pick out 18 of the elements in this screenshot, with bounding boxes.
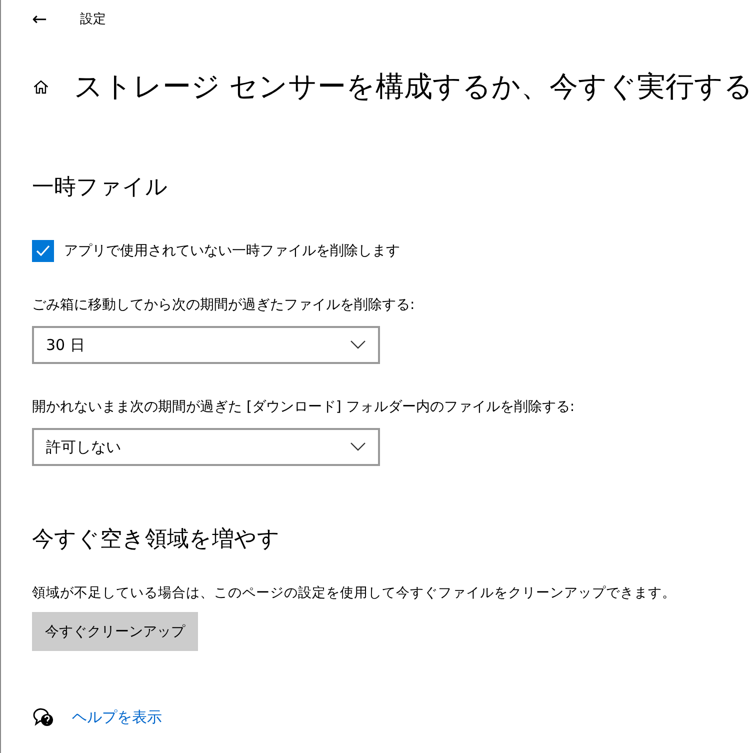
cleanup-button[interactable]: 今すぐクリーンアップ <box>32 612 198 651</box>
checkbox[interactable] <box>32 240 54 262</box>
dropdown-label: 開かれないまま次の期間が過ぎた [ダウンロード] フォルダー内のファイルを削除する: <box>32 398 576 416</box>
page-title: ストレージ センサーを構成するか、今すぐ実行する <box>74 69 753 105</box>
section-heading: 一時ファイル <box>32 174 169 202</box>
description: 領域が不足している場合は、このページの設定を使用して今すぐファイルをクリーンアップできます。 <box>32 584 677 602</box>
dropdown[interactable]: 30 日 <box>32 326 380 364</box>
back-button[interactable]: ← <box>32 8 80 30</box>
dropdown[interactable]: 許可しない <box>32 428 380 466</box>
check-icon <box>35 243 51 259</box>
section-heading: 今すぐ空き領域を増やす <box>32 526 281 554</box>
chevron-down-icon <box>350 442 366 452</box>
window-title: 設定 <box>80 11 106 28</box>
checkbox-label: アプリで使用されていない一時ファイルを削除します <box>64 242 400 260</box>
chevron-down-icon <box>350 340 366 350</box>
help-icon <box>32 707 54 727</box>
help-link[interactable]: ヘルプを表示 <box>72 708 162 726</box>
dropdown-label: ごみ箱に移動してから次の期間が過ぎたファイルを削除する: <box>32 296 416 314</box>
